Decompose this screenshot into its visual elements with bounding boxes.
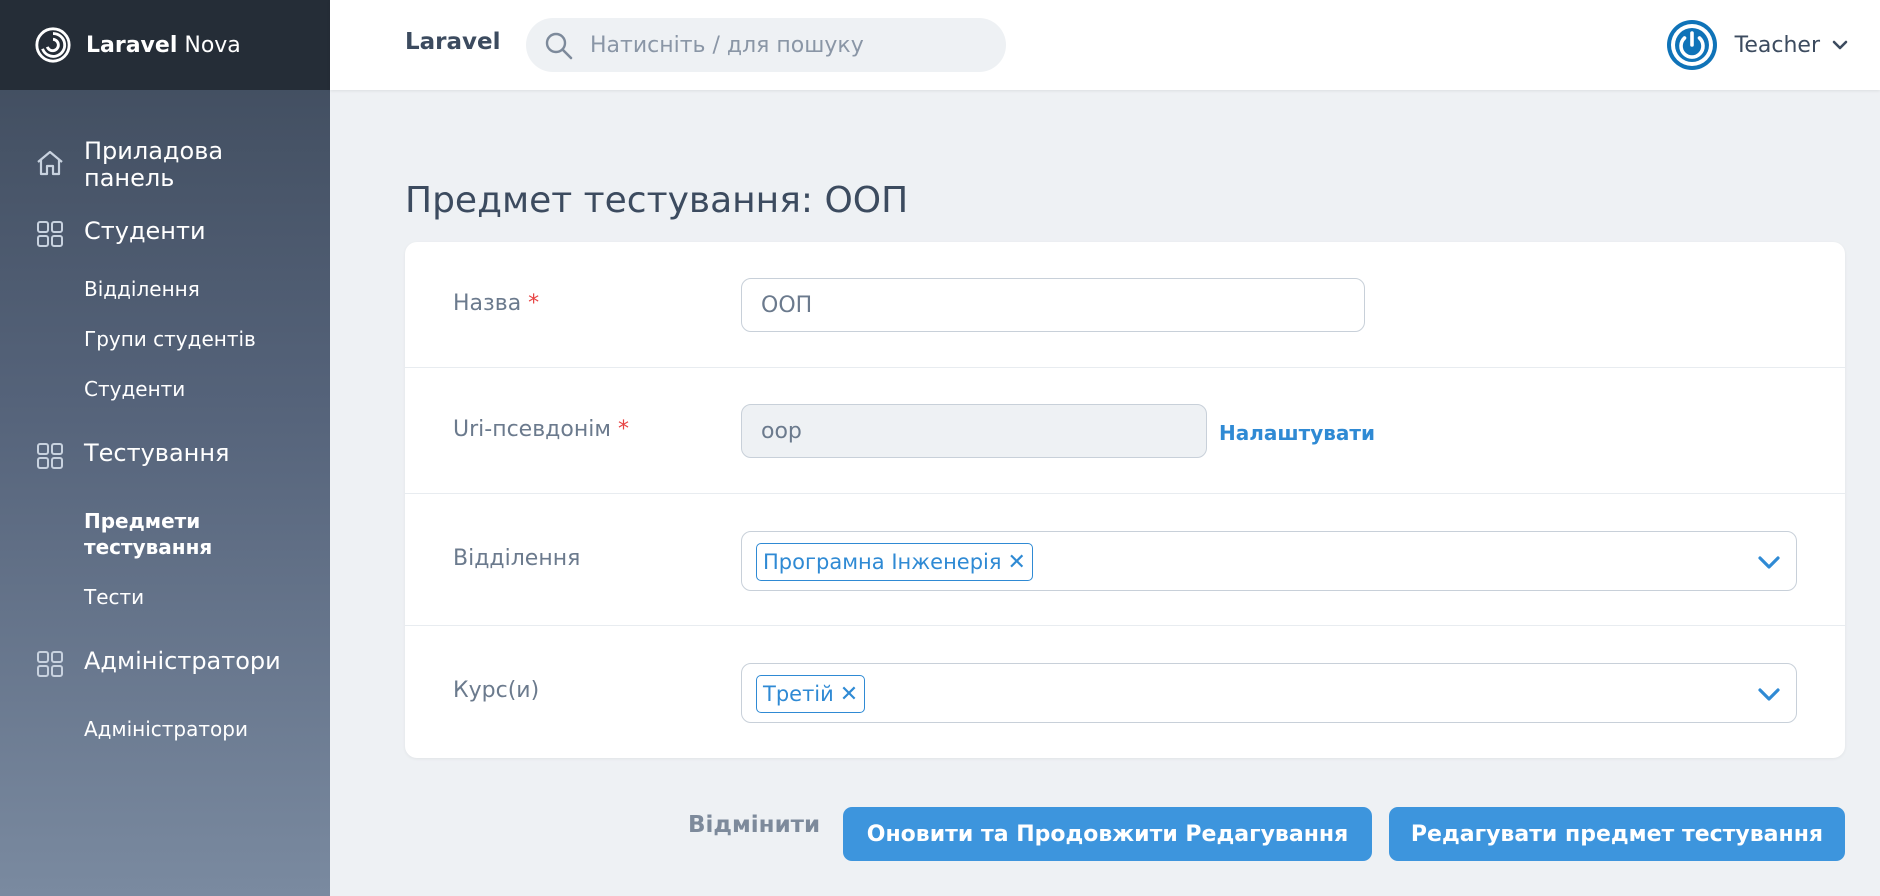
field-label-text: Назва [453,291,522,316]
power-icon [1670,24,1713,66]
user-name: Teacher [1734,32,1820,58]
field-label: Курс(и) [453,678,540,703]
grid-icon [37,443,63,469]
sidebar-item-dashboard[interactable]: Приладова панель [0,138,330,192]
sidebar-section-students[interactable]: Студенти [0,218,330,250]
search-icon [545,32,573,60]
sidebar-nav: Приладова панель Студенти Відділення Гру… [0,90,330,742]
top-header: Laravel Teacher [330,0,1880,90]
global-search[interactable] [526,18,1006,72]
tag-label: Третій [763,682,834,706]
sidebar-item-label: Приладова панель [84,137,224,192]
grid-icon [37,651,63,677]
chevron-down-icon[interactable] [1756,681,1782,707]
sidebar-section-label: Адміністратори [84,647,281,675]
grid-icon [37,221,63,247]
search-input[interactable] [590,18,990,72]
app-name[interactable]: Laravel [405,29,501,55]
courses-multiselect[interactable]: Третій ✕ [741,663,1797,723]
brand-name-light: Nova [184,32,241,58]
sidebar-item-admins[interactable]: Адміністратори [0,716,330,742]
selected-tag: Програмна Інженерія ✕ [756,543,1033,581]
avatar [1666,20,1717,70]
sidebar-section-testing[interactable]: Тестування [0,440,330,472]
sidebar-item-testing-subjects[interactable]: Предмети тестування [0,508,230,560]
field-row-departments: Відділення Програмна Інженерія ✕ [405,494,1845,626]
remove-tag-icon[interactable]: ✕ [1008,550,1026,575]
sidebar-item-students[interactable]: Студенти [0,376,330,402]
field-row-courses: Курс(и) Третій ✕ [405,626,1845,758]
chevron-down-icon [1832,40,1848,50]
departments-multiselect[interactable]: Програмна Інженерія ✕ [741,531,1797,591]
update-button[interactable]: Редагувати предмет тестування [1389,807,1845,861]
required-marker: * [528,291,540,316]
tag-label: Програмна Інженерія [763,550,1002,574]
edit-form-card: Назва * Uri-псевдонім * Налаштувати Відд… [405,242,1845,758]
sidebar: Laravel Nova Приладова панель Студенти В… [0,0,330,896]
sidebar-item-departments[interactable]: Відділення [0,276,330,302]
customize-slug-link[interactable]: Налаштувати [1219,421,1375,445]
home-icon [37,150,63,176]
cancel-button[interactable]: Відмінити [688,812,820,838]
field-row-slug: Uri-псевдонім * Налаштувати [405,368,1845,494]
user-menu[interactable]: Teacher [1666,18,1850,72]
sidebar-section-admins[interactable]: Адміністратори [0,648,330,680]
selected-tag: Третій ✕ [756,675,866,713]
sidebar-section-label: Студенти [84,217,206,245]
sidebar-item-student-groups[interactable]: Групи студентів [0,326,330,352]
required-marker: * [617,417,629,442]
slug-input[interactable] [741,404,1207,458]
brand-name-bold: Laravel [86,32,178,58]
sidebar-section-label: Тестування [84,439,230,467]
name-input[interactable] [741,278,1365,332]
nova-swirl-icon [35,27,71,63]
field-label-text: Uri-псевдонім [453,417,611,442]
update-continue-button[interactable]: Оновити та Продовжити Редагування [843,807,1372,861]
field-label: Назва * [453,291,539,316]
field-label: Відділення [453,546,581,571]
chevron-down-icon[interactable] [1756,549,1782,575]
sidebar-item-tests[interactable]: Тести [0,584,330,610]
field-row-name: Назва * [405,242,1845,368]
remove-tag-icon[interactable]: ✕ [840,682,858,707]
page-title: Предмет тестування: ООП [405,180,909,221]
brand[interactable]: Laravel Nova [0,0,330,90]
field-label: Uri-псевдонім * [453,417,629,442]
